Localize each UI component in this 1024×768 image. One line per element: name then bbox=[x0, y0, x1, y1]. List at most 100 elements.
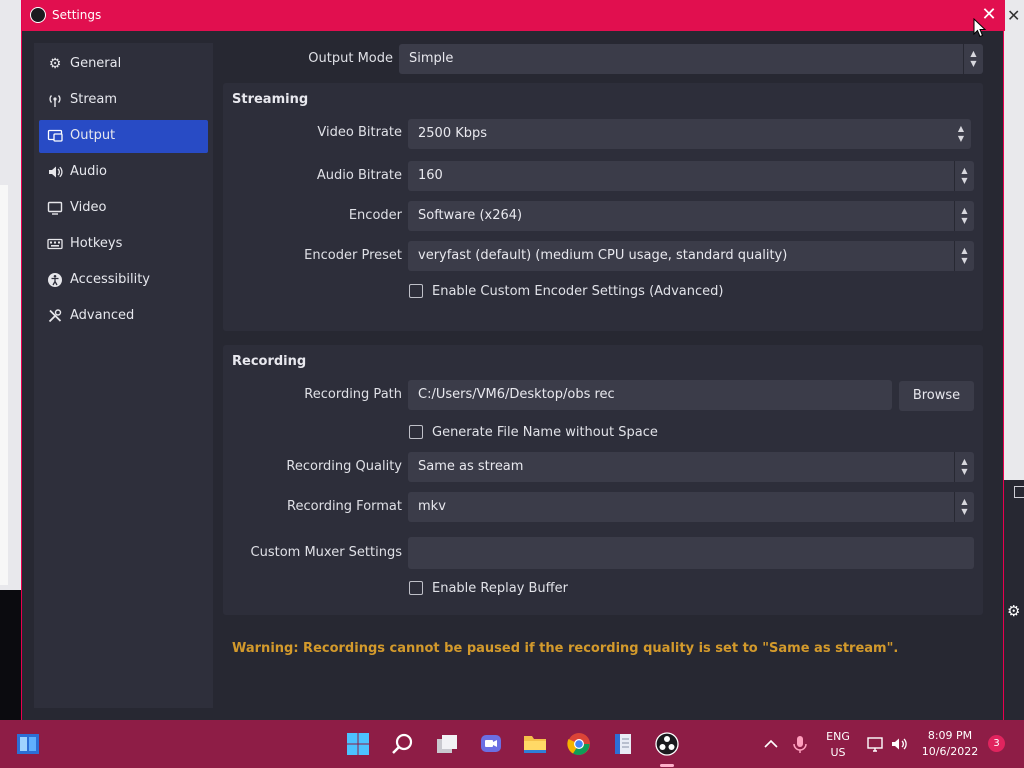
folder-icon bbox=[524, 736, 546, 753]
chrome-button[interactable] bbox=[567, 732, 591, 756]
streaming-title: Streaming bbox=[232, 92, 309, 107]
obs-icon bbox=[655, 732, 679, 756]
input-region[interactable]: US bbox=[822, 746, 854, 759]
chevron-up-down-icon: ▲ ▼ bbox=[954, 492, 974, 522]
spinner-arrows-icon[interactable]: ▲ ▼ bbox=[951, 119, 971, 149]
sidebar-item-video[interactable]: Video bbox=[39, 192, 208, 225]
notepad-icon bbox=[615, 734, 631, 754]
desktop-background-left bbox=[0, 0, 21, 720]
monitor-icon bbox=[47, 200, 63, 216]
encoder-preset-select[interactable]: veryfast (default) (medium CPU usage, st… bbox=[408, 241, 974, 271]
custom-encoder-label[interactable]: Enable Custom Encoder Settings (Advanced… bbox=[432, 284, 723, 299]
speaker-icon bbox=[47, 164, 63, 180]
background-gear-icon: ⚙ bbox=[1007, 602, 1021, 620]
chevron-up-down-icon: ▲ ▼ bbox=[954, 452, 974, 482]
sidebar-item-output[interactable]: Output bbox=[39, 120, 208, 153]
notepad-button[interactable] bbox=[611, 732, 635, 756]
sidebar-item-stream[interactable]: Stream bbox=[39, 84, 208, 117]
taskbar: ENG US 8:09 PM 10/6/2022 3 bbox=[0, 720, 1024, 768]
sidebar-item-general[interactable]: ⚙ General bbox=[39, 48, 208, 81]
sidebar-item-label: Advanced bbox=[70, 308, 135, 323]
sidebar-item-accessibility[interactable]: Accessibility bbox=[39, 264, 208, 297]
recording-quality-select[interactable]: Same as stream ▲ ▼ bbox=[408, 452, 974, 482]
recording-format-select[interactable]: mkv ▲ ▼ bbox=[408, 492, 974, 522]
recording-format-label: Recording Format bbox=[287, 499, 402, 514]
clock-time[interactable]: 8:09 PM bbox=[918, 729, 982, 742]
sidebar-item-audio[interactable]: Audio bbox=[39, 156, 208, 189]
network-button[interactable] bbox=[865, 732, 885, 756]
no-space-label[interactable]: Generate File Name without Space bbox=[432, 425, 658, 440]
sidebar-item-label: General bbox=[70, 56, 122, 71]
video-bitrate-value: 2500 Kbps bbox=[418, 126, 488, 141]
chrome-icon bbox=[567, 733, 590, 755]
settings-sidebar: ⚙ General Stream Output Audio Video Hotk… bbox=[34, 43, 213, 708]
recording-warning: Warning: Recordings cannot be paused if … bbox=[232, 641, 899, 656]
background-window-icon bbox=[1014, 486, 1024, 498]
sidebar-item-label: Audio bbox=[70, 164, 107, 179]
desktop-background-right: ✕ ⚙ bbox=[1004, 0, 1024, 720]
show-hidden-icons-button[interactable] bbox=[761, 732, 781, 756]
audio-bitrate-select[interactable]: 160 ▲ ▼ bbox=[408, 161, 974, 191]
no-space-checkbox[interactable] bbox=[409, 425, 423, 439]
title-bar: Settings ✕ bbox=[22, 0, 1005, 31]
sidebar-item-label: Output bbox=[70, 128, 116, 143]
recording-path-input[interactable]: C:/Users/VM6/Desktop/obs rec bbox=[408, 380, 892, 410]
recording-path-label: Recording Path bbox=[304, 387, 402, 402]
output-icon bbox=[47, 128, 63, 144]
input-language[interactable]: ENG bbox=[822, 730, 854, 743]
notification-badge[interactable]: 3 bbox=[988, 735, 1005, 752]
obs-studio-button[interactable] bbox=[655, 732, 679, 756]
chat-icon bbox=[481, 735, 501, 752]
recording-quality-value: Same as stream bbox=[418, 459, 524, 474]
task-view-button[interactable] bbox=[435, 732, 459, 756]
antenna-icon bbox=[47, 92, 63, 108]
replay-buffer-checkbox[interactable] bbox=[409, 581, 423, 595]
sidebar-item-advanced[interactable]: Advanced bbox=[39, 300, 208, 333]
clock-date[interactable]: 10/6/2022 bbox=[918, 745, 982, 758]
custom-muxer-label: Custom Muxer Settings bbox=[250, 545, 402, 560]
custom-encoder-checkbox[interactable] bbox=[409, 284, 423, 298]
accessibility-icon bbox=[47, 272, 63, 288]
chevron-up-down-icon: ▲ ▼ bbox=[954, 241, 974, 271]
tools-icon bbox=[47, 308, 63, 324]
chevron-up-down-icon: ▲ ▼ bbox=[954, 201, 974, 231]
sidebar-item-hotkeys[interactable]: Hotkeys bbox=[39, 228, 208, 261]
task-view-icon bbox=[437, 735, 457, 753]
recording-quality-label: Recording Quality bbox=[286, 459, 402, 474]
custom-muxer-input[interactable] bbox=[408, 537, 974, 569]
audio-bitrate-value: 160 bbox=[418, 168, 443, 183]
browse-button[interactable]: Browse bbox=[899, 381, 974, 411]
search-button[interactable] bbox=[391, 732, 415, 756]
start-button[interactable] bbox=[346, 732, 370, 756]
chevron-up-down-icon: ▲ ▼ bbox=[963, 44, 983, 74]
chevron-up-down-icon: ▲ ▼ bbox=[954, 161, 974, 191]
encoder-preset-label: Encoder Preset bbox=[304, 248, 402, 263]
background-dark-region bbox=[1004, 480, 1024, 720]
sidebar-item-label: Video bbox=[70, 200, 107, 215]
background-dark-region bbox=[0, 590, 21, 720]
encoder-value: Software (x264) bbox=[418, 208, 523, 223]
background-window-edge bbox=[0, 185, 8, 585]
widgets-icon bbox=[17, 734, 39, 754]
widgets-button[interactable] bbox=[16, 732, 40, 756]
volume-button[interactable] bbox=[890, 732, 910, 756]
output-mode-value: Simple bbox=[409, 51, 454, 66]
encoder-label: Encoder bbox=[348, 208, 402, 223]
settings-dialog: Settings ✕ ⚙ General Stream Output Audio bbox=[21, 0, 1005, 720]
video-bitrate-label: Video Bitrate bbox=[317, 125, 402, 140]
recording-format-value: mkv bbox=[418, 499, 446, 514]
sidebar-item-label: Accessibility bbox=[70, 272, 150, 287]
encoder-preset-value: veryfast (default) (medium CPU usage, st… bbox=[418, 248, 788, 263]
video-bitrate-spinbox[interactable]: 2500 Kbps ▲ ▼ bbox=[408, 119, 971, 149]
replay-buffer-label[interactable]: Enable Replay Buffer bbox=[432, 581, 568, 596]
file-explorer-button[interactable] bbox=[523, 732, 547, 756]
volume-icon bbox=[892, 738, 907, 750]
microphone-button[interactable] bbox=[790, 732, 810, 756]
encoder-select[interactable]: Software (x264) ▲ ▼ bbox=[408, 201, 974, 231]
output-mode-select[interactable]: Simple ▲ ▼ bbox=[399, 44, 983, 74]
mouse-cursor-icon bbox=[973, 18, 987, 38]
obs-logo-icon bbox=[30, 7, 46, 23]
chat-button[interactable] bbox=[479, 732, 503, 756]
chevron-up-icon bbox=[764, 739, 778, 748]
keyboard-icon bbox=[47, 236, 63, 252]
